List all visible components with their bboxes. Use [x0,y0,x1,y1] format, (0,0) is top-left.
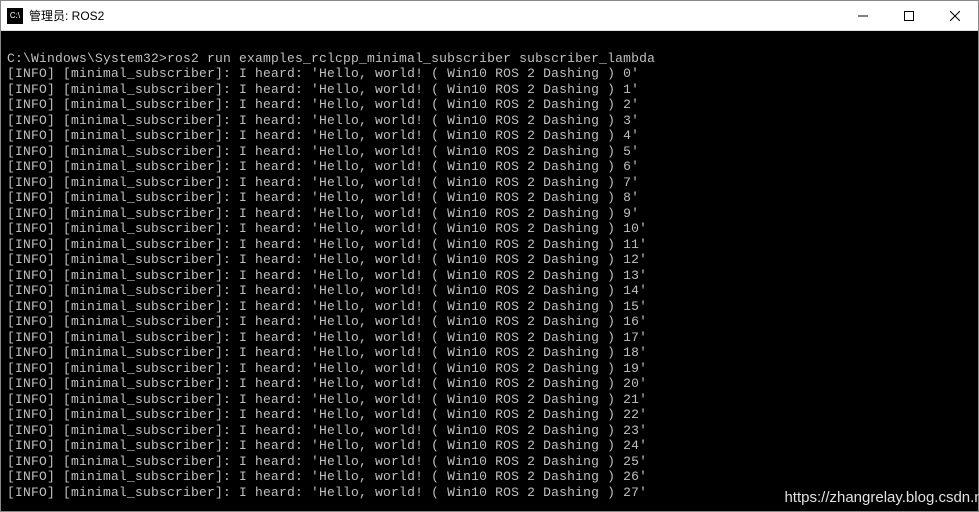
terminal-output[interactable]: C:\Windows\System32>ros2 run examples_rc… [1,31,978,511]
titlebar[interactable]: C:\ 管理员: ROS2 [1,1,978,31]
window-title: 管理员: ROS2 [29,7,104,24]
close-button[interactable] [932,1,978,31]
console-window: C:\ 管理员: ROS2 C:\Windows\System32>ros2 r… [0,0,979,512]
maximize-button[interactable] [886,1,932,31]
minimize-button[interactable] [840,1,886,31]
minimize-icon [858,11,868,21]
close-icon [950,11,960,21]
app-icon: C:\ [7,8,23,24]
maximize-icon [904,11,914,21]
